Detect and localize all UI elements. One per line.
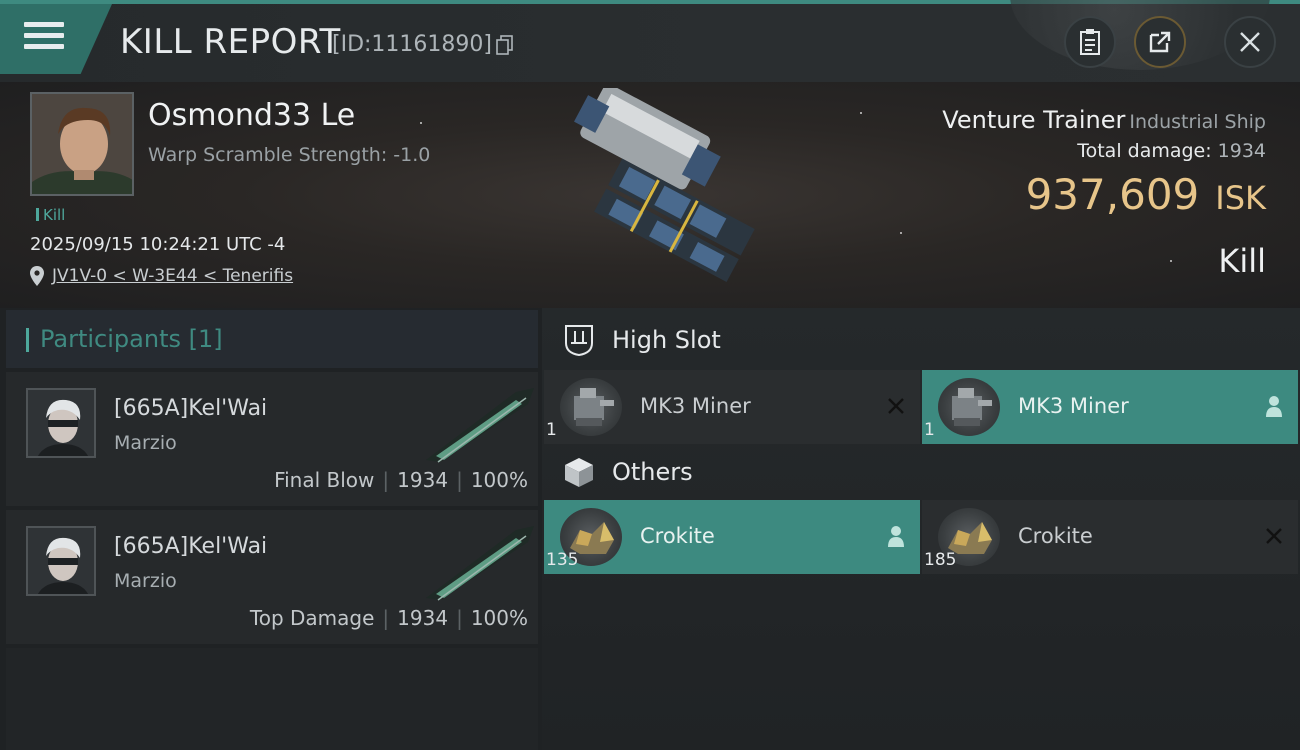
clipboard-icon	[1080, 29, 1100, 55]
location-link[interactable]: JV1V-0 < W-3E44 < Tenerifis	[52, 266, 293, 286]
participant-stats: Final Blow | 1934 | 100%	[274, 468, 528, 492]
isk-unit: ISK	[1215, 179, 1266, 217]
participant-empty-area	[6, 648, 538, 750]
hamburger-menu-icon[interactable]	[24, 22, 64, 54]
item-quantity: 1	[924, 420, 935, 440]
kill-result: Kill	[1218, 242, 1266, 280]
participant-damage: 1934	[397, 468, 449, 492]
total-damage-value: 1934	[1217, 140, 1266, 162]
close-icon	[1240, 32, 1260, 52]
ship-render	[574, 88, 755, 283]
module-slot[interactable]: 1 MK3 Miner	[922, 370, 1298, 444]
participant-portrait[interactable]	[26, 526, 96, 596]
clipboard-button[interactable]	[1064, 16, 1116, 68]
participants-title: Participants [1]	[40, 325, 223, 353]
portrait-image	[28, 390, 94, 456]
isk-amount: 937,609	[1025, 170, 1200, 219]
participant-card[interactable]: [665A]Kel'Wai Marzio Top Damage | 1934 | 100…	[6, 510, 538, 644]
ship-type: Venture Trainer	[942, 106, 1126, 134]
participant-ship: Marzio	[114, 570, 177, 592]
top-bar: KILL REPORT [ID:11161890]	[0, 0, 1300, 82]
participant-name: [665A]Kel'Wai	[114, 396, 268, 421]
share-button[interactable]	[1134, 16, 1186, 68]
participants-header[interactable]: Participants [1]	[6, 310, 538, 368]
destroyed-x-icon	[1262, 524, 1286, 548]
high-slot-header: High Slot	[542, 310, 1300, 370]
participant-percent: 100%	[470, 468, 528, 492]
share-icon	[1149, 31, 1171, 53]
mining-laser-icon	[938, 378, 1000, 436]
portrait-image	[28, 528, 94, 594]
header-accent-bar	[26, 328, 29, 352]
cargo-slot[interactable]: 185 Crokite	[922, 500, 1298, 574]
location-pin-icon	[30, 266, 44, 286]
item-quantity: 185	[924, 550, 957, 570]
item-name: MK3 Miner	[1018, 394, 1129, 418]
participant-ship-render	[426, 526, 534, 601]
others-header: Others	[542, 442, 1300, 502]
separator: |	[456, 468, 463, 492]
participant-percent: 100%	[470, 606, 528, 630]
participant-ship: Marzio	[114, 432, 177, 454]
participant-role: Final Blow	[274, 468, 375, 492]
page-title: KILL REPORT	[120, 22, 341, 62]
kill-tag: Kill	[36, 206, 65, 224]
star	[420, 122, 422, 124]
participant-role: Top Damage	[249, 606, 375, 630]
victim-summary: Osmond33 Le Warp Scramble Strength: -1.0…	[0, 82, 1300, 308]
victim-name[interactable]: Osmond33 Le	[148, 98, 355, 133]
dropped-person-icon	[884, 524, 908, 548]
participant-damage: 1934	[397, 606, 449, 630]
item-name: Crokite	[1018, 524, 1093, 548]
kill-datetime: 2025/09/15 10:24:21 UTC -4	[30, 234, 286, 255]
others-title: Others	[612, 458, 693, 486]
copy-icon[interactable]	[496, 35, 514, 55]
high-slot-title: High Slot	[612, 326, 721, 354]
star	[900, 232, 902, 234]
participant-card[interactable]: [665A]Kel'Wai Marzio Final Blow | 1934 | 100…	[6, 372, 538, 506]
cargo-box-icon	[562, 455, 596, 489]
warp-scramble-strength: Warp Scramble Strength: -1.0	[148, 144, 431, 166]
separator: |	[456, 606, 463, 630]
participant-name: [665A]Kel'Wai	[114, 534, 268, 559]
dropped-person-icon	[1262, 394, 1286, 418]
module-slot[interactable]: 1 MK3 Miner	[544, 370, 920, 444]
high-slot-icon	[562, 323, 596, 357]
victim-portrait[interactable]	[30, 92, 134, 196]
item-quantity: 1	[546, 420, 557, 440]
fitting-panel: High Slot 1 MK3 Miner 1 MK3 Miner Others…	[542, 308, 1300, 750]
item-quantity: 135	[546, 550, 579, 570]
item-name: Crokite	[640, 524, 715, 548]
ship-class: Industrial Ship	[1129, 111, 1266, 133]
ship-name[interactable]: Venture Trainer Industrial Ship	[942, 106, 1266, 134]
portrait-image	[32, 94, 132, 194]
star	[1170, 260, 1172, 262]
participant-ship-render	[426, 388, 534, 463]
cargo-slot[interactable]: 135 Crokite	[544, 500, 920, 574]
separator: |	[382, 468, 390, 492]
item-name: MK3 Miner	[640, 394, 751, 418]
star	[860, 112, 862, 114]
mining-laser-icon	[560, 378, 622, 436]
total-damage-label: Total damage:	[1077, 140, 1212, 162]
close-button[interactable]	[1224, 16, 1276, 68]
participants-panel: Participants [1] [665A]Kel'Wai Marzio Fi…	[0, 308, 542, 750]
total-damage: Total damage: 1934	[1077, 140, 1266, 162]
participant-stats: Top Damage | 1934 | 100%	[250, 606, 528, 630]
destroyed-x-icon	[884, 394, 908, 418]
kill-location[interactable]: JV1V-0 < W-3E44 < Tenerifis	[30, 266, 293, 286]
isk-value: 937,609 ISK	[1026, 170, 1266, 219]
participant-portrait[interactable]	[26, 388, 96, 458]
report-id: [ID:11161890]	[332, 32, 492, 57]
separator: |	[382, 606, 390, 630]
